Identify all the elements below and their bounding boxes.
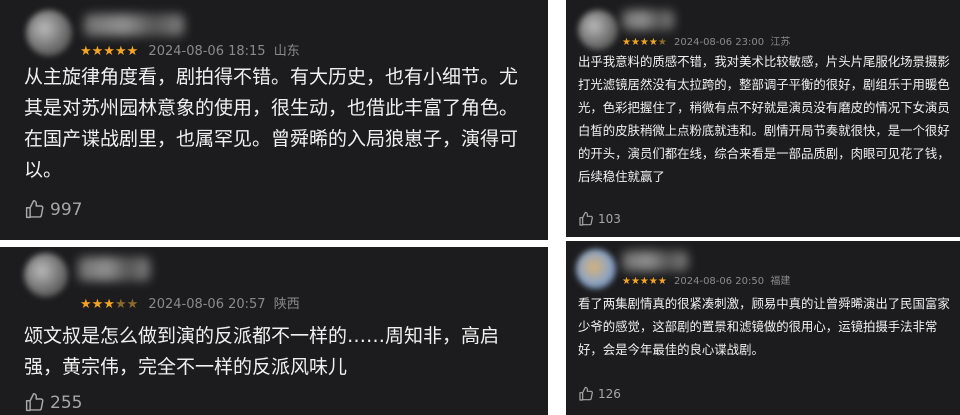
like-count: 126 [598, 387, 621, 401]
review-location: 山东 [273, 44, 300, 59]
avatar[interactable] [578, 10, 618, 50]
like-button[interactable]: 103 [578, 211, 621, 227]
review-card-4: ★★★★★ 2024-08-06 20:50 福建 看了两集剧情真的很紧凑刺激，… [566, 241, 960, 415]
review-meta: ★★★★★ 2024-08-06 20:57 陕西 [80, 293, 300, 312]
review-meta: ★★★★★ 2024-08-06 23:00 江苏 [622, 33, 790, 48]
review-date: 2024-08-06 20:50 [674, 276, 765, 287]
thumbs-up-icon [578, 386, 594, 402]
avatar[interactable] [576, 249, 616, 289]
like-button[interactable]: 997 [24, 199, 82, 220]
like-count: 997 [50, 199, 83, 220]
review-text: 看了两集剧情真的很紧凑刺激，顾易中真的让曾舜晞演出了民国富家少爷的感觉，这部剧的… [578, 296, 950, 357]
review-location: 福建 [770, 276, 791, 287]
review-date: 2024-08-06 20:57 [148, 297, 266, 312]
rating-stars: ★★★★★ [80, 44, 139, 59]
avatar[interactable] [24, 253, 68, 297]
username-blurred[interactable] [78, 257, 150, 281]
thumbs-up-icon [24, 392, 45, 413]
review-text: 从主旋律角度看，剧拍得不错。有大历史，也有小细节。尤其是对苏州园林意象的使用，很… [24, 66, 519, 181]
username-blurred[interactable] [622, 251, 688, 271]
rating-stars: ★★★★★ [622, 37, 667, 48]
review-meta: ★★★★★ 2024-08-06 20:50 福建 [622, 272, 790, 287]
username-blurred[interactable] [622, 10, 674, 30]
avatar[interactable] [26, 10, 72, 56]
review-card-3: ★★★★★ 2024-08-06 23:00 江苏 出乎我意料的质感不错，我对美… [566, 0, 960, 237]
thumbs-up-icon [578, 211, 594, 227]
review-text: 颂文叔是怎么做到演的反派都不一样的……周知非，高启强，黄宗伟，完全不一样的反派风… [24, 325, 500, 378]
like-count: 255 [50, 392, 83, 413]
review-text: 出乎我意料的质感不错，我对美术比较敏感，片头片尾服化场景摄影打光滤镜居然没有太拉… [578, 54, 950, 184]
like-count: 103 [598, 212, 621, 226]
review-meta: ★★★★★ 2024-08-06 18:15 山东 [80, 40, 300, 59]
like-button[interactable]: 126 [578, 386, 621, 402]
like-button[interactable]: 255 [24, 392, 82, 413]
review-card-2: ★★★★★ 2024-08-06 20:57 陕西 颂文叔是怎么做到演的反派都不… [0, 247, 548, 415]
review-location: 陕西 [273, 297, 300, 312]
review-location: 江苏 [770, 37, 791, 48]
review-date: 2024-08-06 18:15 [148, 44, 266, 59]
username-blurred[interactable] [84, 14, 184, 36]
review-card-1: ★★★★★ 2024-08-06 18:15 山东 从主旋律角度看，剧拍得不错。… [0, 0, 548, 240]
thumbs-up-icon [24, 199, 45, 220]
rating-stars: ★★★★★ [80, 297, 139, 312]
rating-stars: ★★★★★ [622, 276, 667, 287]
review-date: 2024-08-06 23:00 [674, 37, 765, 48]
